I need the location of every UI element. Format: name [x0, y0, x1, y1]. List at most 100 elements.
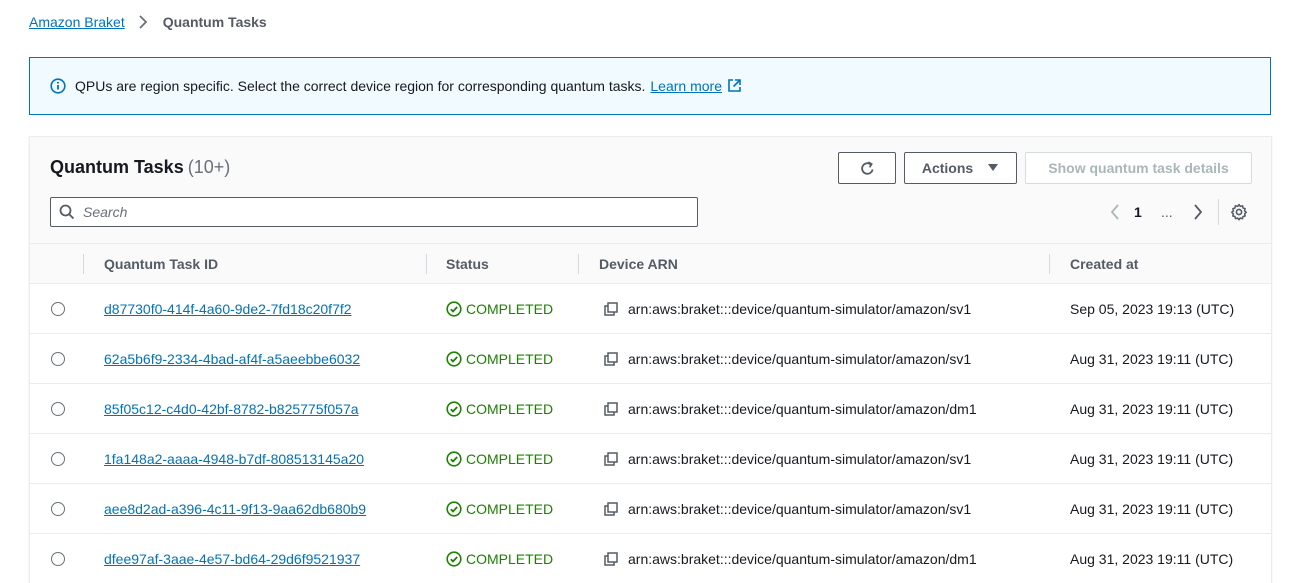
copy-icon[interactable]	[604, 302, 618, 316]
copy-icon[interactable]	[604, 502, 618, 516]
check-circle-icon	[446, 551, 462, 567]
device-arn-cell: arn:aws:braket:::device/quantum-simulato…	[604, 534, 977, 583]
banner-text-wrapper: QPUs are region specific. Select the cor…	[75, 78, 742, 94]
status-cell: COMPLETED	[446, 384, 553, 434]
status-cell: COMPLETED	[446, 334, 553, 384]
device-arn-cell: arn:aws:braket:::device/quantum-simulato…	[604, 434, 971, 484]
task-id-link[interactable]: aee8d2ad-a396-4c11-9f13-9aa62db680b9	[104, 484, 366, 534]
banner-message: QPUs are region specific. Select the cor…	[75, 78, 646, 94]
device-arn-cell: arn:aws:braket:::device/quantum-simulato…	[604, 334, 971, 384]
device-arn-cell: arn:aws:braket:::device/quantum-simulato…	[604, 284, 971, 334]
task-id-link[interactable]: 62a5b6f9-2334-4bad-af4f-a5aeebbe6032	[104, 334, 360, 384]
column-divider	[1049, 254, 1050, 274]
status-text: COMPLETED	[466, 551, 554, 567]
pagination-prev-button[interactable]	[1107, 201, 1123, 223]
refresh-button[interactable]	[838, 152, 896, 184]
row-select-radio[interactable]	[51, 552, 65, 566]
panel-header: Quantum Tasks (10+) Actions Show quantum …	[30, 137, 1271, 244]
created-at-cell: Aug 31, 2023 19:11 (UTC)	[1070, 501, 1234, 517]
copy-icon[interactable]	[604, 452, 618, 466]
created-at-cell: Aug 31, 2023 19:11 (UTC)	[1070, 401, 1234, 417]
actions-label: Actions	[921, 160, 974, 176]
status-cell: COMPLETED	[446, 434, 553, 484]
column-divider	[578, 254, 579, 274]
table-row: 62a5b6f9-2334-4bad-af4f-a5aeebbe6032 COM…	[30, 334, 1271, 384]
status-cell: COMPLETED	[446, 534, 553, 583]
check-circle-icon	[446, 301, 462, 317]
device-arn-text: arn:aws:braket:::device/quantum-simulato…	[628, 401, 977, 417]
column-header-task-id[interactable]: Quantum Task ID	[104, 244, 218, 284]
device-arn-text: arn:aws:braket:::device/quantum-simulato…	[628, 351, 972, 367]
created-at-cell: Aug 31, 2023 19:11 (UTC)	[1070, 351, 1234, 367]
task-id-link[interactable]: d87730f0-414f-4a60-9de2-7fd18c20f7f2	[104, 284, 352, 334]
row-select-radio[interactable]	[51, 452, 65, 466]
check-circle-icon	[446, 401, 462, 417]
learn-more-label: Learn more	[650, 78, 722, 94]
status-text: COMPLETED	[466, 451, 554, 467]
device-arn-cell: arn:aws:braket:::device/quantum-simulato…	[604, 384, 977, 434]
table-row: 85f05c12-c4d0-42bf-8782-b825775f057a COM…	[30, 384, 1271, 434]
table-row: d87730f0-414f-4a60-9de2-7fd18c20f7f2 COM…	[30, 284, 1271, 334]
status-text: COMPLETED	[466, 401, 554, 417]
device-arn-text: arn:aws:braket:::device/quantum-simulato…	[628, 451, 972, 467]
table-header-row: Quantum Task ID Status Device ARN Create…	[30, 244, 1271, 284]
task-id-link[interactable]: 1fa148a2-aaaa-4948-b7df-808513145a20	[104, 434, 364, 484]
breadcrumb: Amazon Braket Quantum Tasks	[29, 13, 267, 31]
check-circle-icon	[446, 351, 462, 367]
settings-icon	[1230, 203, 1248, 221]
panel-title: Quantum Tasks (10+)	[50, 157, 230, 178]
task-id-link[interactable]: dfee97af-3aae-4e57-bd64-29d6f9521937	[104, 534, 360, 583]
status-cell: COMPLETED	[446, 484, 553, 534]
table-settings-button[interactable]	[1229, 201, 1249, 223]
chevron-right-icon	[1193, 204, 1203, 220]
status-text: COMPLETED	[466, 301, 554, 317]
copy-icon[interactable]	[604, 552, 618, 566]
pagination-divider	[1218, 199, 1219, 225]
info-banner: QPUs are region specific. Select the cor…	[29, 57, 1271, 115]
learn-more-link[interactable]: Learn more	[650, 78, 742, 94]
created-at-cell: Sep 05, 2023 19:13 (UTC)	[1070, 301, 1235, 317]
created-at-cell: Aug 31, 2023 19:11 (UTC)	[1070, 551, 1234, 567]
column-divider	[83, 254, 84, 274]
info-icon	[50, 78, 66, 94]
quantum-tasks-panel: Quantum Tasks (10+) Actions Show quantum …	[29, 136, 1272, 583]
breadcrumb-current: Quantum Tasks	[162, 14, 267, 30]
search-icon	[59, 204, 75, 220]
actions-dropdown-button[interactable]: Actions	[904, 152, 1017, 184]
panel-title-text: Quantum Tasks	[50, 157, 184, 177]
caret-down-icon	[987, 163, 999, 173]
chevron-right-icon	[133, 13, 153, 31]
chevron-left-icon	[1110, 204, 1120, 220]
show-task-details-button[interactable]: Show quantum task details	[1025, 152, 1252, 184]
status-cell: COMPLETED	[446, 284, 553, 334]
row-select-radio[interactable]	[51, 302, 65, 316]
check-circle-icon	[446, 451, 462, 467]
search-input[interactable]	[83, 204, 683, 220]
breadcrumb-link-amazon-braket[interactable]: Amazon Braket	[29, 14, 125, 30]
column-header-status[interactable]: Status	[446, 244, 489, 284]
check-circle-icon	[446, 501, 462, 517]
status-text: COMPLETED	[466, 351, 554, 367]
device-arn-text: arn:aws:braket:::device/quantum-simulato…	[628, 301, 972, 317]
table-row: 1fa148a2-aaaa-4948-b7df-808513145a20 COM…	[30, 434, 1271, 484]
column-header-created-at[interactable]: Created at	[1070, 244, 1138, 284]
external-link-icon	[727, 78, 742, 93]
table-body: d87730f0-414f-4a60-9de2-7fd18c20f7f2 COM…	[30, 284, 1271, 583]
show-task-details-label: Show quantum task details	[1048, 160, 1229, 176]
pagination-ellipsis: ...	[1161, 204, 1173, 220]
pagination-page-1[interactable]: 1	[1134, 201, 1142, 223]
column-header-device-arn[interactable]: Device ARN	[599, 244, 678, 284]
table-row: dfee97af-3aae-4e57-bd64-29d6f9521937 COM…	[30, 534, 1271, 583]
pagination-next-button[interactable]	[1190, 201, 1206, 223]
task-id-link[interactable]: 85f05c12-c4d0-42bf-8782-b825775f057a	[104, 384, 359, 434]
device-arn-text: arn:aws:braket:::device/quantum-simulato…	[628, 551, 977, 567]
refresh-icon	[859, 160, 876, 177]
row-select-radio[interactable]	[51, 352, 65, 366]
row-select-radio[interactable]	[51, 402, 65, 416]
copy-icon[interactable]	[604, 402, 618, 416]
row-select-radio[interactable]	[51, 502, 65, 516]
column-divider	[426, 254, 427, 274]
search-box	[50, 197, 698, 227]
table-row: aee8d2ad-a396-4c11-9f13-9aa62db680b9 COM…	[30, 484, 1271, 534]
copy-icon[interactable]	[604, 352, 618, 366]
